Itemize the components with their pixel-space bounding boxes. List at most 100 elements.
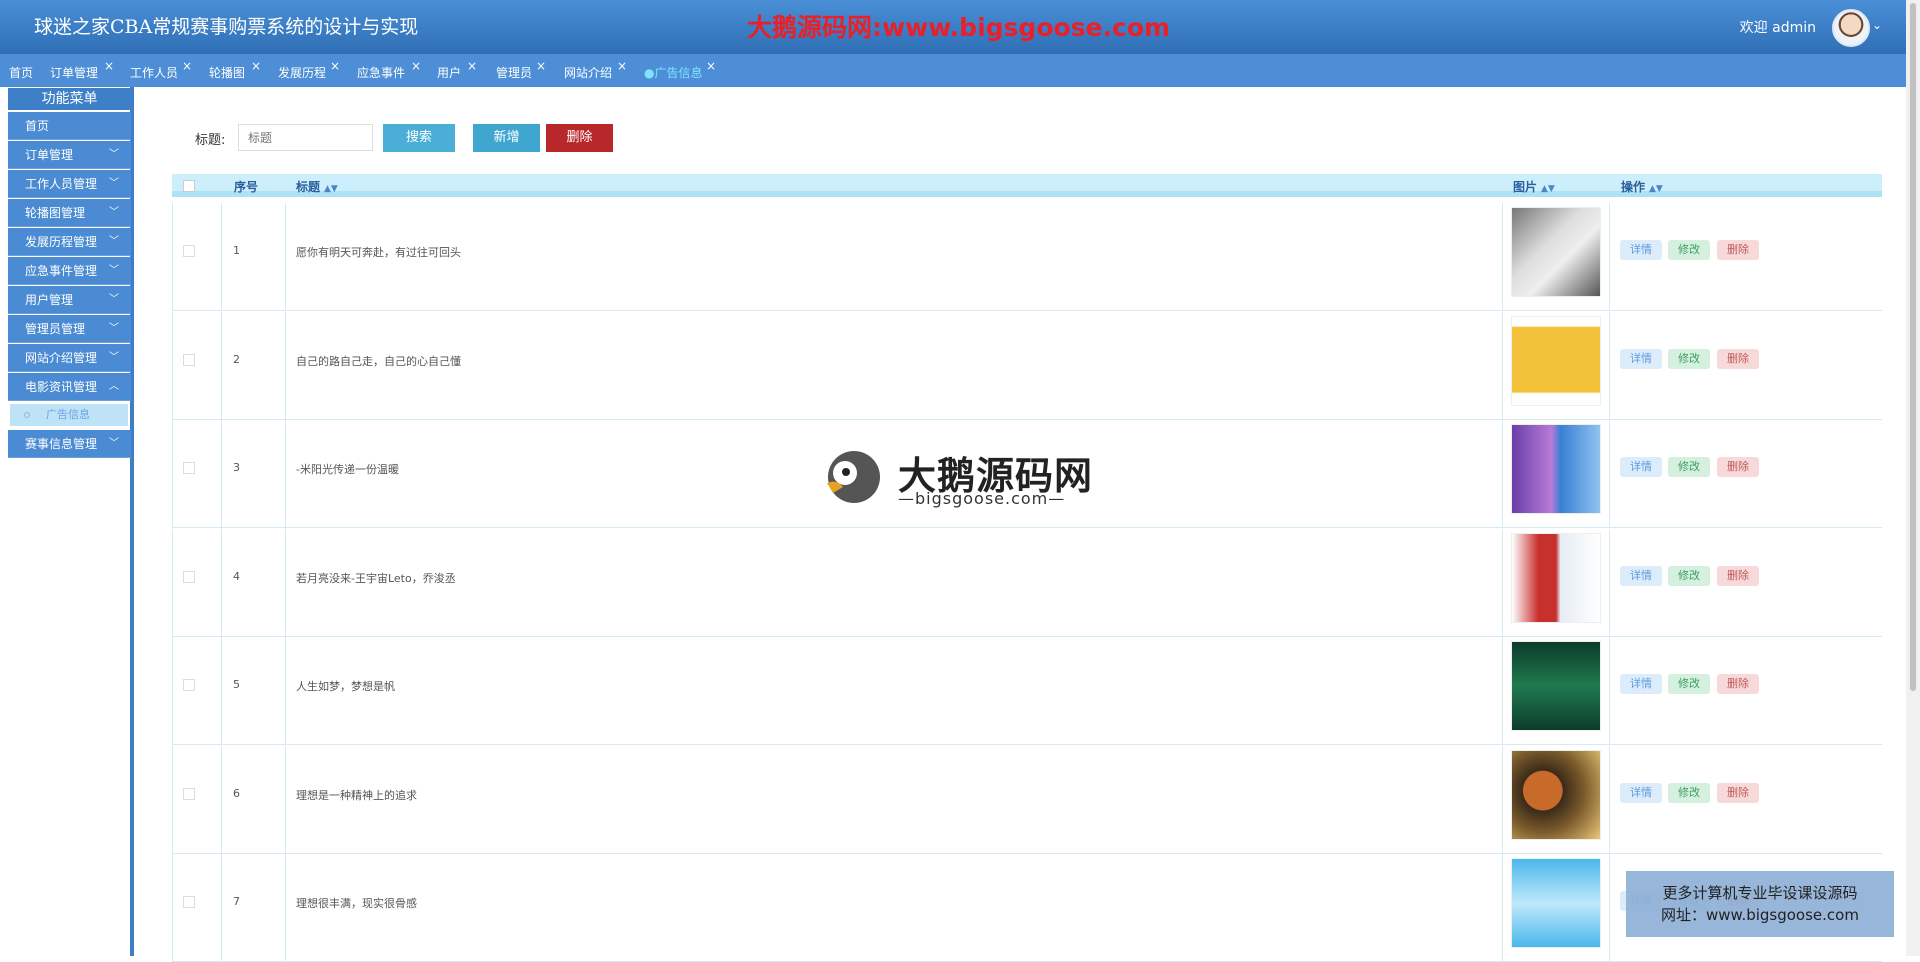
table-row: 1 愿你有明天可奔赴，有过往可回头 详情 修改 删除 (172, 203, 1882, 311)
detail-button[interactable]: 详情 (1620, 457, 1662, 477)
row-delete-button[interactable]: 删除 (1717, 349, 1759, 369)
row-title: 愿你有明天可奔赴，有过往可回头 (296, 246, 461, 259)
column-header-index: 序号 (234, 180, 259, 194)
delete-button[interactable]: 删除 (546, 124, 613, 152)
row-title: 人生如梦，梦想是帆 (296, 680, 395, 693)
detail-button[interactable]: 详情 (1620, 349, 1662, 369)
row-image (1511, 207, 1601, 297)
row-checkbox[interactable] (183, 245, 195, 257)
column-header-title[interactable]: 标题 ▲▼ (296, 178, 338, 195)
row-checkbox[interactable] (183, 896, 195, 908)
row-title: 理想很丰满，现实很骨感 (296, 897, 417, 910)
close-icon[interactable]: × (617, 59, 627, 73)
search-button[interactable]: 搜索 (383, 124, 455, 152)
row-index: 7 (233, 895, 240, 908)
row-checkbox[interactable] (183, 679, 195, 691)
sidebar-item-admins[interactable]: 管理员管理 ﹀ (8, 315, 131, 343)
sidebar-item-history[interactable]: 发展历程管理 ﹀ (8, 228, 131, 256)
row-delete-button[interactable]: 删除 (1717, 457, 1759, 477)
sidebar-item-home[interactable]: 首页 (8, 112, 131, 140)
chevron-down-icon: ﹀ (109, 352, 119, 363)
sort-icon[interactable]: ▲▼ (324, 184, 338, 194)
column-header-image[interactable]: 图片 ▲▼ (1513, 178, 1555, 195)
close-icon[interactable]: × (706, 59, 716, 73)
sidebar-item-orders[interactable]: 订单管理 ﹀ (8, 141, 131, 169)
sidebar-heading: 功能菜单 (8, 88, 131, 110)
app-title: 球迷之家CBA常规赛事购票系统的设计与实现 (34, 16, 419, 38)
tab-history[interactable]: 发展历程 × (278, 59, 340, 82)
avatar[interactable] (1832, 9, 1870, 47)
edit-button[interactable]: 修改 (1668, 674, 1710, 694)
row-delete-button[interactable]: 删除 (1717, 674, 1759, 694)
chevron-down-icon: ﹀ (109, 294, 119, 305)
tab-users[interactable]: 用户 × (437, 59, 477, 82)
search-label: 标题: (195, 133, 226, 148)
select-all-checkbox[interactable] (183, 180, 195, 192)
row-index: 5 (233, 678, 240, 691)
row-title: 理想是一种精神上的追求 (296, 789, 417, 802)
chevron-down-icon: ﹀ (109, 178, 119, 189)
page-scrollbar[interactable] (1906, 0, 1920, 956)
close-icon[interactable]: × (411, 59, 421, 73)
edit-button[interactable]: 修改 (1668, 566, 1710, 586)
close-icon[interactable]: × (251, 59, 261, 73)
row-checkbox[interactable] (183, 788, 195, 800)
close-icon[interactable]: × (536, 59, 546, 73)
table-row: 5 人生如梦，梦想是帆 详情 修改 删除 (172, 637, 1882, 745)
detail-button[interactable]: 详情 (1620, 240, 1662, 260)
edit-button[interactable]: 修改 (1668, 349, 1710, 369)
sidebar-item-carousel[interactable]: 轮播图管理 ﹀ (8, 199, 131, 227)
tab-staff[interactable]: 工作人员 × (130, 59, 192, 82)
chevron-down-icon: ﹀ (109, 438, 119, 449)
sidebar-item-site-intro[interactable]: 网站介绍管理 ﹀ (8, 344, 131, 372)
chevron-down-icon: ﹀ (109, 149, 119, 160)
table-row: 6 理想是一种精神上的追求 详情 修改 删除 (172, 746, 1882, 854)
promo-line-1: 更多计算机专业毕设课设源码 (1662, 884, 1858, 902)
column-header-actions[interactable]: 操作 ▲▼ (1621, 178, 1663, 195)
row-title: 自己的路自己走，自己的心自己懂 (296, 355, 461, 368)
sort-icon[interactable]: ▲▼ (1541, 184, 1555, 194)
row-delete-button[interactable]: 删除 (1717, 240, 1759, 260)
close-icon[interactable]: × (182, 59, 192, 73)
tab-orders[interactable]: 订单管理 × (50, 59, 114, 82)
edit-button[interactable]: 修改 (1668, 783, 1710, 803)
tab-carousel[interactable]: 轮播图 × (209, 59, 261, 82)
row-checkbox[interactable] (183, 571, 195, 583)
edit-button[interactable]: 修改 (1668, 240, 1710, 260)
chevron-down-icon[interactable]: ⌄ (1872, 18, 1882, 32)
row-title: 若月亮没来-王宇宙Leto，乔浚丞 (296, 572, 456, 585)
sidebar-item-users[interactable]: 用户管理 ﹀ (8, 286, 131, 314)
search-input[interactable] (238, 124, 373, 151)
add-button[interactable]: 新增 (473, 124, 540, 152)
close-icon[interactable]: × (104, 59, 114, 73)
tab-emergency[interactable]: 应急事件 × (357, 59, 421, 82)
chevron-down-icon: ﹀ (109, 236, 119, 247)
tab-ads[interactable]: ●广告信息 × (644, 59, 716, 82)
detail-button[interactable]: 详情 (1620, 674, 1662, 694)
top-header: 球迷之家CBA常规赛事购票系统的设计与实现 大鹅源码网:www.bigsgoos… (0, 0, 1906, 54)
tab-home[interactable]: 首页 (9, 64, 33, 82)
row-image (1511, 424, 1601, 514)
edit-button[interactable]: 修改 (1668, 457, 1710, 477)
sort-icon[interactable]: ▲▼ (1649, 184, 1663, 194)
tab-site-intro[interactable]: 网站介绍 × (564, 59, 627, 82)
tab-admins[interactable]: 管理员 × (496, 59, 546, 82)
row-delete-button[interactable]: 删除 (1717, 566, 1759, 586)
close-icon[interactable]: × (467, 59, 477, 73)
row-checkbox[interactable] (183, 462, 195, 474)
sidebar-subitem-ads[interactable]: 广告信息 (10, 404, 128, 426)
detail-button[interactable]: 详情 (1620, 566, 1662, 586)
row-image (1511, 641, 1601, 731)
row-checkbox[interactable] (183, 354, 195, 366)
sidebar-item-matches[interactable]: 赛事信息管理 ﹀ (8, 430, 131, 458)
sidebar-item-emergency[interactable]: 应急事件管理 ﹀ (8, 257, 131, 285)
sidebar-item-movie-news[interactable]: 电影资讯管理 ︿ (8, 373, 131, 401)
scrollbar-thumb[interactable] (1909, 2, 1917, 692)
row-delete-button[interactable]: 删除 (1717, 783, 1759, 803)
sidebar-item-staff[interactable]: 工作人员管理 ﹀ (8, 170, 131, 198)
chevron-up-icon: ︿ (109, 381, 119, 392)
goose-logo-icon (827, 451, 880, 503)
row-index: 2 (233, 353, 240, 366)
detail-button[interactable]: 详情 (1620, 783, 1662, 803)
close-icon[interactable]: × (330, 59, 340, 73)
